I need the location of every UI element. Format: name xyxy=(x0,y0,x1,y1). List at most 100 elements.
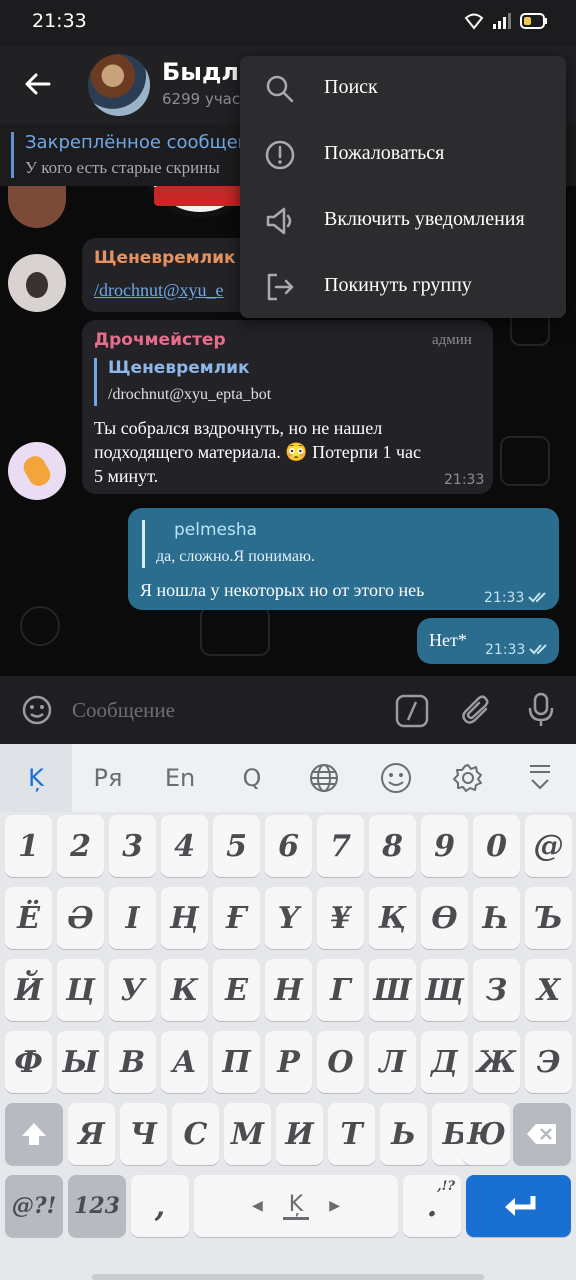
key[interactable]: Й xyxy=(5,959,52,1021)
leave-icon xyxy=(267,273,294,301)
reply-text: да, сложно.Я понимаю. xyxy=(156,548,315,565)
user-avatar[interactable] xyxy=(8,186,66,228)
key[interactable]: Ц xyxy=(57,959,104,1021)
message-sender[interactable]: Щеневремлик xyxy=(94,248,236,268)
key[interactable]: Щ xyxy=(421,959,468,1021)
key[interactable]: М xyxy=(224,1103,271,1165)
key[interactable]: Я xyxy=(68,1103,115,1165)
key[interactable]: Х xyxy=(525,959,572,1021)
user-avatar[interactable] xyxy=(8,442,66,500)
space-key[interactable]: ◀ Ķ ▶ xyxy=(194,1175,398,1237)
globe-icon[interactable] xyxy=(288,744,360,812)
shift-key[interactable] xyxy=(5,1103,63,1165)
key[interactable]: П xyxy=(213,1031,260,1093)
key[interactable]: 8 xyxy=(369,815,416,877)
microphone-icon[interactable] xyxy=(526,692,556,728)
user-avatar[interactable] xyxy=(8,254,66,312)
key[interactable]: Ә xyxy=(57,887,104,949)
message-input[interactable]: Сообщение xyxy=(72,698,175,723)
key[interactable]: Ы xyxy=(57,1031,104,1093)
symbols-key[interactable]: @?! xyxy=(5,1175,63,1237)
backspace-key[interactable] xyxy=(513,1103,571,1165)
menu-item-search[interactable]: Поиск xyxy=(240,56,566,122)
menu-item-leave-group[interactable]: Покинуть группу xyxy=(240,254,566,320)
key[interactable]: А xyxy=(161,1031,208,1093)
message-time: 21:33 xyxy=(444,472,485,488)
key[interactable]: Е xyxy=(213,959,260,1021)
key[interactable]: Ү xyxy=(265,887,312,949)
message-time: 21:33 xyxy=(485,642,526,658)
numbers-key[interactable]: 123 xyxy=(68,1175,126,1237)
key[interactable]: Ф xyxy=(5,1031,52,1093)
key[interactable]: З xyxy=(473,959,520,1021)
key[interactable]: 2 xyxy=(57,815,104,877)
layout-tab-qwerty[interactable]: Q xyxy=(216,744,288,812)
comma-key[interactable]: , xyxy=(131,1175,189,1237)
message-bubble[interactable]: Дрочмейстер админ Щеневремлик /drochnut@… xyxy=(82,320,493,494)
key[interactable]: К xyxy=(161,959,208,1021)
key[interactable]: Р xyxy=(265,1031,312,1093)
message-input-bar: Сообщение xyxy=(0,676,576,744)
key[interactable]: Ң xyxy=(161,887,208,949)
reply-quote[interactable] xyxy=(94,358,97,406)
key[interactable]: И xyxy=(276,1103,323,1165)
message-sender[interactable]: Дрочмейстер xyxy=(94,330,226,350)
key[interactable]: Ю xyxy=(463,1103,510,1165)
key[interactable]: Ч xyxy=(120,1103,167,1165)
key[interactable]: У xyxy=(109,959,156,1021)
outgoing-message-bubble[interactable]: pelmesha да, сложно.Я понимаю. Я ношла у… xyxy=(128,508,559,610)
key[interactable]: Н xyxy=(265,959,312,1021)
bot-command-icon[interactable] xyxy=(395,694,429,728)
key[interactable]: В xyxy=(109,1031,156,1093)
enter-key[interactable] xyxy=(466,1175,571,1237)
key[interactable]: @ xyxy=(525,815,572,877)
key[interactable]: І xyxy=(109,887,156,949)
period-key[interactable]: . ,!? xyxy=(403,1175,461,1237)
outgoing-message-bubble[interactable]: Нет* 21:33 xyxy=(417,618,559,664)
key[interactable]: Г xyxy=(317,959,364,1021)
pinned-text: У кого есть старые скрины xyxy=(25,158,220,177)
report-icon xyxy=(265,140,295,170)
back-arrow-icon[interactable] xyxy=(22,68,54,100)
key[interactable]: Ж xyxy=(473,1031,520,1093)
read-checkmarks-icon xyxy=(529,644,547,655)
layout-tab-english[interactable]: En xyxy=(144,744,216,812)
key[interactable]: Т xyxy=(328,1103,375,1165)
key[interactable]: 6 xyxy=(265,815,312,877)
layout-tab-kazakh[interactable]: Ķ xyxy=(0,744,72,812)
key[interactable]: Д xyxy=(421,1031,468,1093)
key[interactable]: 9 xyxy=(421,815,468,877)
key[interactable]: 4 xyxy=(161,815,208,877)
emoji-keyboard-icon[interactable] xyxy=(360,744,432,812)
menu-item-report[interactable]: Пожаловаться xyxy=(240,122,566,188)
menu-item-unmute[interactable]: Включить уведомления xyxy=(240,188,566,254)
key[interactable]: О xyxy=(317,1031,364,1093)
attach-icon[interactable] xyxy=(460,694,494,728)
key[interactable]: С xyxy=(172,1103,219,1165)
hide-keyboard-icon[interactable] xyxy=(504,744,576,812)
message-bubble[interactable]: Щеневремлик /drochnut@xyu_e xyxy=(82,238,262,312)
key[interactable]: 7 xyxy=(317,815,364,877)
key[interactable]: Ғ xyxy=(213,887,260,949)
key[interactable]: Ё xyxy=(5,887,52,949)
key[interactable]: 1 xyxy=(5,815,52,877)
group-avatar[interactable] xyxy=(88,54,150,116)
key[interactable]: 3 xyxy=(109,815,156,877)
reply-quote[interactable] xyxy=(142,520,145,568)
key[interactable]: Қ xyxy=(369,887,416,949)
key[interactable]: Ө xyxy=(421,887,468,949)
menu-item-label: Включить уведомления xyxy=(324,208,525,230)
message-text: Ты собрался вздрочнуть, но не нашел xyxy=(94,418,383,438)
emoji-icon[interactable] xyxy=(21,694,53,726)
layout-tab-russian[interactable]: Ря xyxy=(72,744,144,812)
key[interactable]: Э xyxy=(525,1031,572,1093)
key[interactable]: Ъ xyxy=(525,887,572,949)
key[interactable]: Һ xyxy=(473,887,520,949)
key[interactable]: Ш xyxy=(369,959,416,1021)
key[interactable]: 0 xyxy=(473,815,520,877)
key[interactable]: ¥ xyxy=(317,887,364,949)
key[interactable]: Ь xyxy=(380,1103,427,1165)
key[interactable]: Л xyxy=(369,1031,416,1093)
key[interactable]: 5 xyxy=(213,815,260,877)
settings-gear-icon[interactable] xyxy=(432,744,504,812)
